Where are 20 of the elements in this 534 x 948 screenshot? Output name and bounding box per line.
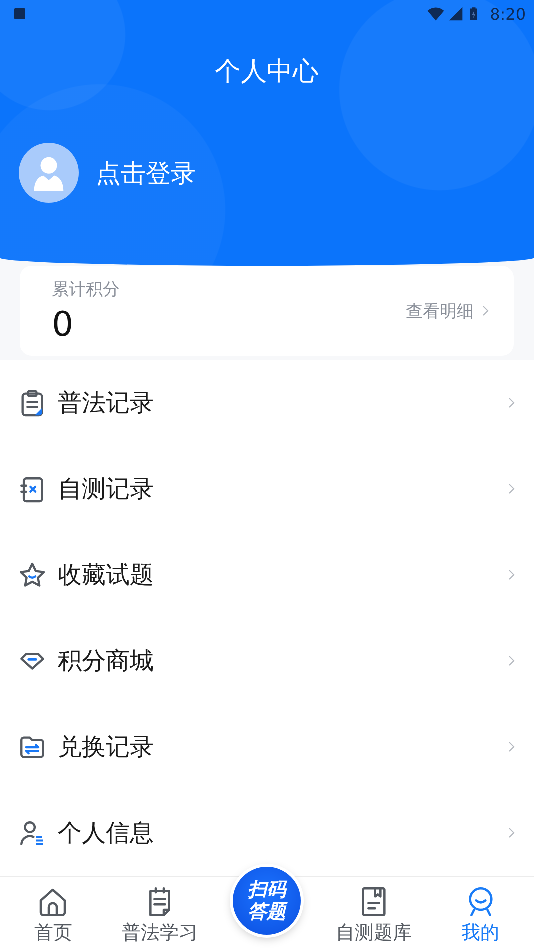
menu-item[interactable]: 积分商城 (58, 645, 495, 677)
tab[interactable]: 普法学习 (106, 886, 214, 946)
star-icon (18, 560, 47, 590)
notification-icon (14, 8, 26, 20)
points-value: 0 (52, 304, 75, 344)
login-link[interactable]: 点击登录 (96, 156, 196, 190)
menu-item[interactable]: 收藏试题 (58, 559, 495, 591)
tab[interactable]: 自测题库 (320, 886, 428, 946)
menu-item[interactable]: 个人信息 (58, 817, 495, 849)
menu-item[interactable]: 自测记录 (58, 473, 495, 505)
tab[interactable]: 首页 (0, 886, 107, 946)
scan-answer-button[interactable]: 扫码答题 (232, 867, 301, 935)
tab[interactable]: 我的 (427, 886, 534, 946)
menu-item[interactable]: 普法记录 (58, 387, 495, 419)
status-time: 8:20 (490, 4, 526, 24)
page-title: 个人中心 (215, 56, 319, 89)
points-label: 累计积分 (52, 278, 121, 300)
wifi-icon (427, 5, 446, 23)
signal-icon (448, 6, 464, 22)
menu-item[interactable]: 兑换记录 (58, 731, 495, 763)
